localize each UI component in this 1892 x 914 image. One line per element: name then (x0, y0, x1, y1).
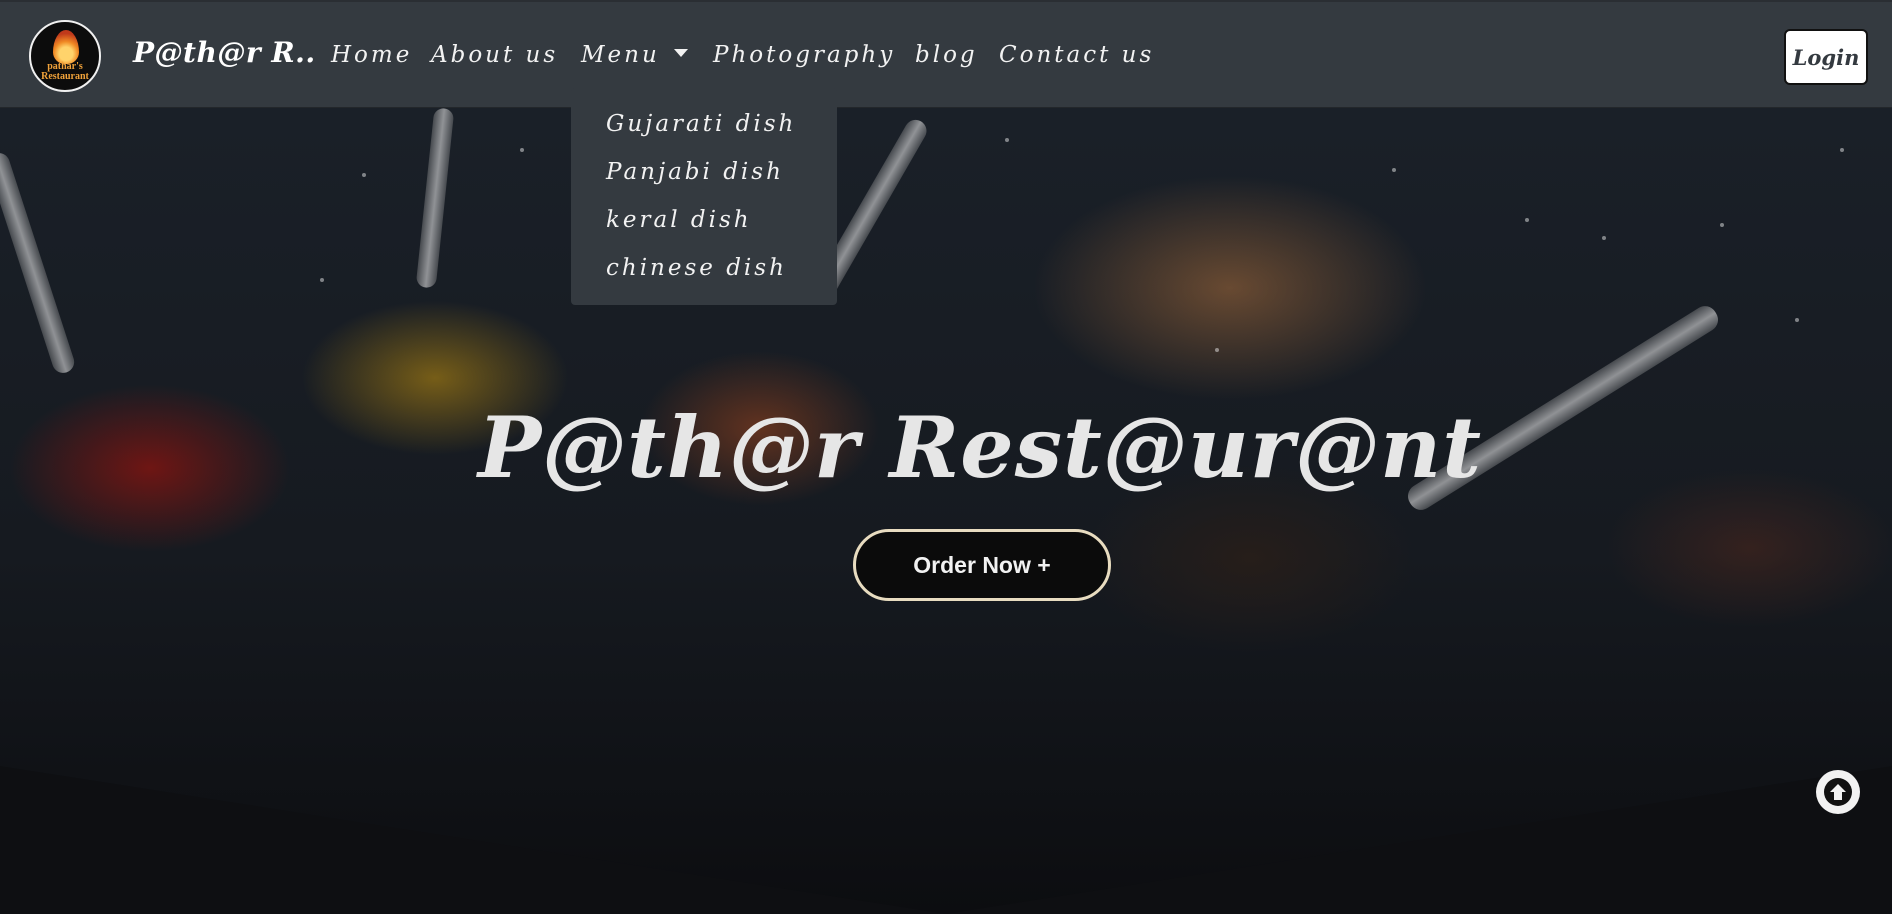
nav-about-us[interactable]: About us (431, 42, 558, 68)
nav-menu[interactable]: Menu (581, 42, 688, 68)
nav-home[interactable]: Home (331, 42, 412, 68)
dropdown-item-panjabi[interactable]: Panjabi dish (571, 156, 837, 204)
nav-photography[interactable]: Photography (713, 42, 895, 68)
restaurant-logo[interactable]: pathar's Restaurant (29, 20, 101, 92)
hero-section: P@th@r Rest@ur@nt Order Now + (0, 108, 1892, 914)
order-now-button[interactable]: Order Now + (853, 529, 1111, 601)
spoon-image (415, 108, 455, 289)
dropdown-item-keral[interactable]: keral dish (571, 204, 837, 252)
dropdown-item-gujarati[interactable]: Gujarati dish (571, 108, 837, 156)
section-divider (0, 766, 1892, 914)
scroll-to-top-button[interactable] (1816, 770, 1860, 814)
spoon-image (0, 150, 77, 376)
nav-menu-label: Menu (581, 42, 660, 68)
dropdown-item-chinese[interactable]: chinese dish (571, 252, 837, 300)
brand-name[interactable]: P@th@r R.. (133, 36, 316, 69)
arrow-up-icon (1824, 778, 1852, 806)
hero-title: P@th@r Rest@ur@nt (477, 398, 1483, 497)
logo-text: pathar's Restaurant (41, 61, 89, 82)
login-button[interactable]: Login (1784, 29, 1868, 85)
navbar: pathar's Restaurant P@th@r R.. Home Abou… (0, 0, 1892, 108)
nav-blog[interactable]: blog (915, 42, 978, 68)
menu-dropdown: Gujarati dish Panjabi dish keral dish ch… (571, 88, 837, 305)
caret-down-icon (673, 49, 688, 57)
nav-contact-us[interactable]: Contact us (999, 42, 1154, 68)
flame-icon (53, 30, 79, 64)
